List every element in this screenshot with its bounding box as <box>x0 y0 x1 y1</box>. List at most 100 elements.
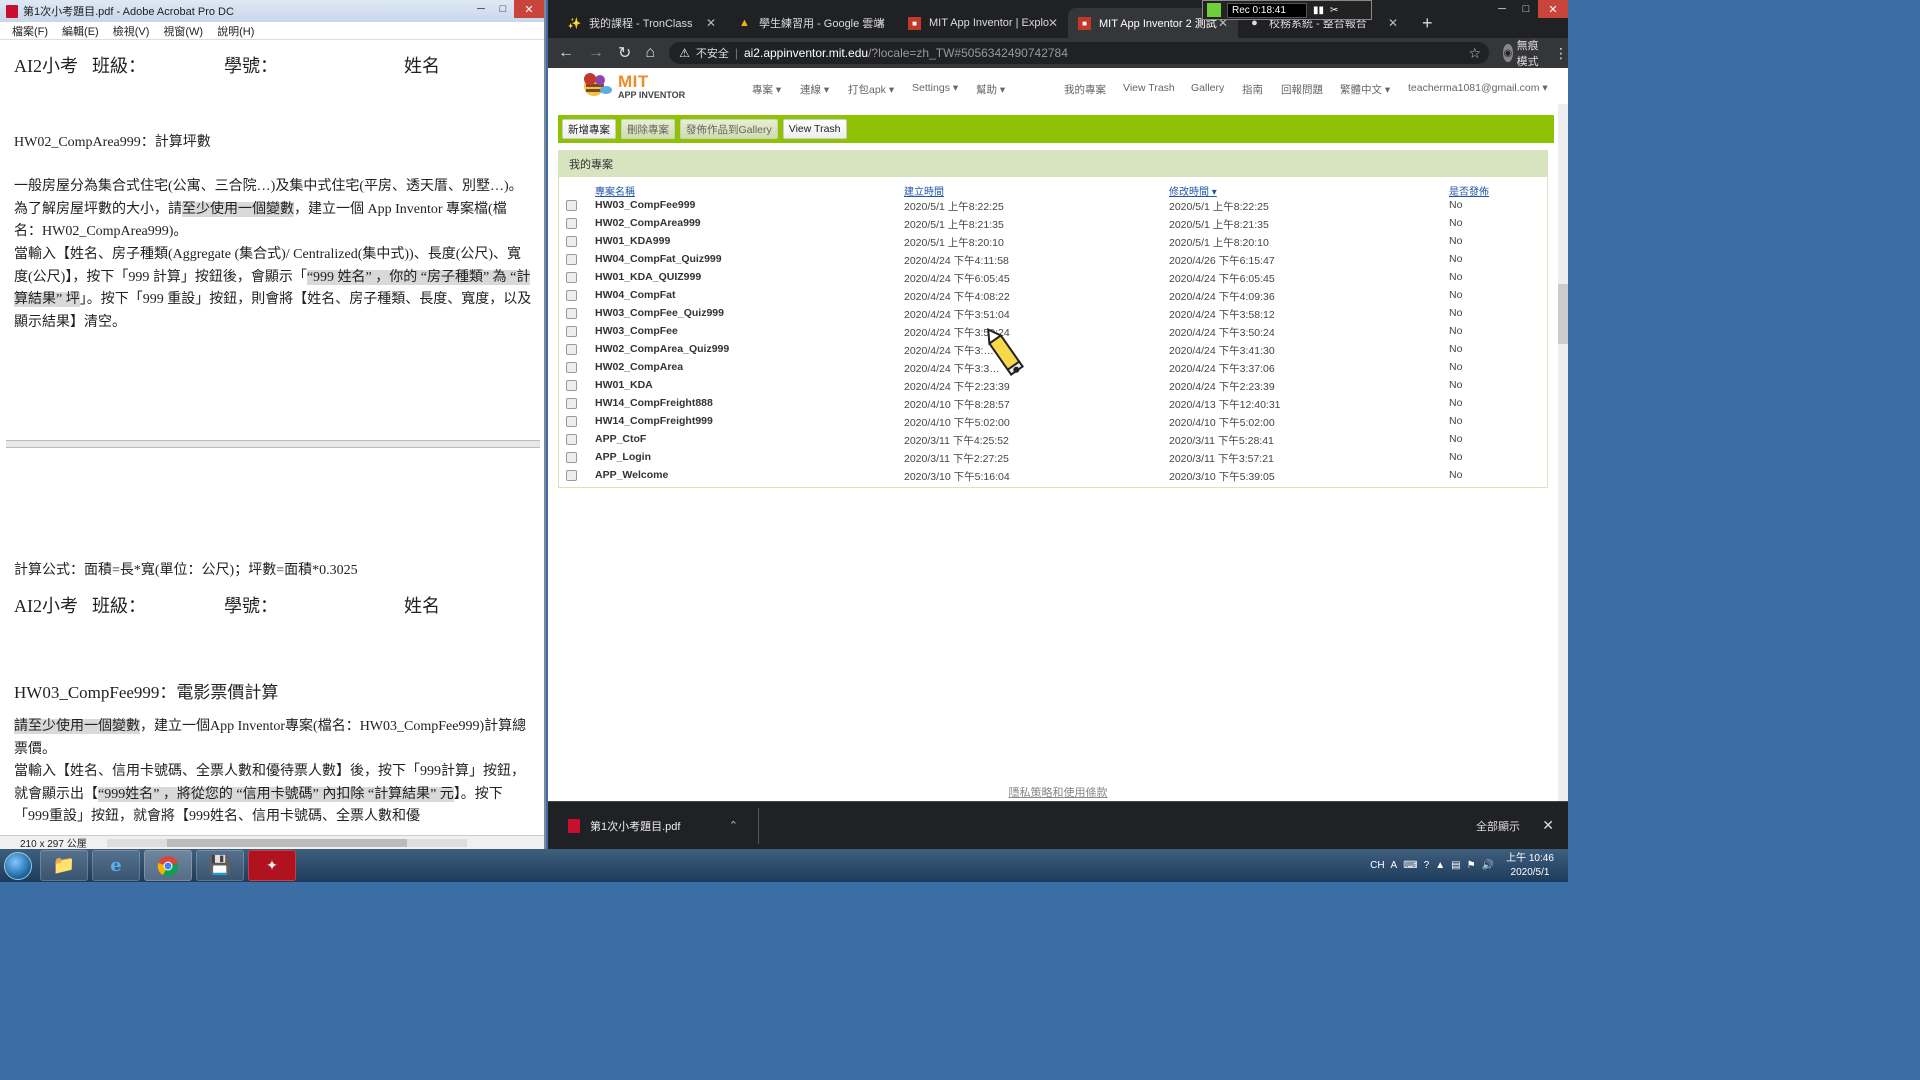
project-name[interactable]: HW14_CompFreight999 <box>595 415 713 427</box>
screen-recorder[interactable]: Rec 0:18:41 ▮▮ ✂ <box>1202 0 1372 20</box>
home-icon[interactable]: ⌂ <box>645 44 655 62</box>
project-name[interactable]: HW03_CompFee999 <box>595 199 695 211</box>
project-name[interactable]: HW01_KDA_QUIZ999 <box>595 271 701 283</box>
row-checkbox[interactable] <box>566 218 577 229</box>
internet-explorer-icon[interactable]: e <box>92 850 140 881</box>
close-tab-icon[interactable]: ✕ <box>706 16 716 30</box>
back-icon[interactable]: ← <box>558 44 574 62</box>
table-row[interactable]: HW03_CompFee999 2020/5/1 上午8:22:25 2020/5/… <box>559 197 1549 215</box>
project-name[interactable]: HW02_CompArea_Quiz999 <box>595 343 729 355</box>
row-checkbox[interactable] <box>566 434 577 445</box>
row-checkbox[interactable] <box>566 362 577 373</box>
view-trash-button[interactable]: View Trash <box>782 119 847 139</box>
forward-icon[interactable]: → <box>588 44 604 62</box>
row-checkbox[interactable] <box>566 272 577 283</box>
nav-account[interactable]: teacherma1081@gmail.com ▾ <box>1408 82 1548 94</box>
publish-gallery-button[interactable]: 發佈作品到Gallery <box>680 119 778 139</box>
row-checkbox[interactable] <box>566 416 577 427</box>
table-row[interactable]: HW14_CompFreight888 2020/4/10 下午8:28:57 20… <box>559 395 1549 413</box>
ime-icon[interactable]: A <box>1391 860 1398 871</box>
close-icon[interactable]: ✕ <box>1542 817 1554 834</box>
table-row[interactable]: HW01_KDA999 2020/5/1 上午8:20:10 2020/5/1 上午… <box>559 233 1549 251</box>
project-name[interactable]: APP_Welcome <box>595 469 668 481</box>
project-name[interactable]: HW02_CompArea999 <box>595 217 701 229</box>
help-icon[interactable]: ? <box>1424 860 1430 871</box>
volume-icon[interactable]: 🔊 <box>1482 860 1494 871</box>
nav-my-projects[interactable]: 我的專案 <box>1064 82 1106 97</box>
row-checkbox[interactable] <box>566 326 577 337</box>
flag-icon[interactable]: ⚑ <box>1467 860 1476 871</box>
table-row[interactable]: HW02_CompArea_Quiz999 2020/4/24 下午3:… 2020… <box>559 341 1549 359</box>
maximize-button[interactable]: □ <box>1514 0 1538 18</box>
language-indicator[interactable]: CH <box>1370 860 1384 871</box>
project-name[interactable]: HW04_CompFat <box>595 289 676 301</box>
col-modified[interactable]: 修改時間 ▾ <box>1169 183 1217 198</box>
table-row[interactable]: APP_Welcome 2020/3/10 下午5:16:04 2020/3/10 … <box>559 467 1549 485</box>
file-icon[interactable]: 💾 <box>196 850 244 881</box>
project-name[interactable]: HW03_CompFee_Quiz999 <box>595 307 724 319</box>
nav-connect[interactable]: 連線 ▾ <box>800 82 829 97</box>
project-name[interactable]: APP_Login <box>595 451 651 463</box>
close-button[interactable]: ✕ <box>514 0 544 18</box>
nav-report-issue[interactable]: 回報問題 <box>1281 82 1323 97</box>
project-name[interactable]: HW02_CompArea <box>595 361 683 373</box>
minimize-button[interactable]: ─ <box>1490 0 1514 18</box>
table-row[interactable]: HW02_CompArea 2020/4/24 下午3:3… 2020/4/24 下… <box>559 359 1549 377</box>
row-checkbox[interactable] <box>566 470 577 481</box>
row-checkbox[interactable] <box>566 290 577 301</box>
row-checkbox[interactable] <box>566 308 577 319</box>
download-item[interactable]: 第1次小考題目.pdf ⌃ <box>568 818 738 834</box>
keyboard-icon[interactable]: ⌨ <box>1403 860 1417 871</box>
incognito-indicator[interactable]: ◉ 無痕模式 <box>1503 37 1540 69</box>
row-checkbox[interactable] <box>566 200 577 211</box>
nav-view-trash[interactable]: View Trash <box>1123 82 1175 94</box>
menu-view[interactable]: 檢視(V) <box>113 23 150 39</box>
maximize-button[interactable]: □ <box>492 0 514 18</box>
row-checkbox[interactable] <box>566 452 577 463</box>
nav-help[interactable]: 幫助 ▾ <box>976 82 1005 97</box>
project-name[interactable]: HW01_KDA <box>595 379 653 391</box>
project-name[interactable]: HW01_KDA999 <box>595 235 670 247</box>
bookmark-star-icon[interactable]: ☆ <box>1469 45 1482 62</box>
project-name[interactable]: APP_CtoF <box>595 433 646 445</box>
menu-icon[interactable]: ⋮ <box>1554 45 1568 62</box>
close-tab-icon[interactable]: ✕ <box>1388 16 1398 30</box>
table-row[interactable]: HW04_CompFat 2020/4/24 下午4:08:22 2020/4/24… <box>559 287 1549 305</box>
new-project-button[interactable]: 新增專案 <box>562 119 616 139</box>
delete-project-button[interactable]: 刪除專案 <box>621 119 675 139</box>
chevron-up-icon[interactable]: ⌃ <box>729 819 738 832</box>
project-name[interactable]: HW04_CompFat_Quiz999 <box>595 253 722 265</box>
row-checkbox[interactable] <box>566 380 577 391</box>
table-row[interactable]: HW03_CompFee 2020/4/24 下午3:50:24 2020/4/24… <box>559 323 1549 341</box>
horizontal-scrollbar[interactable] <box>106 838 467 847</box>
table-row[interactable]: HW01_KDA 2020/4/24 下午2:23:39 2020/4/24 下午2… <box>559 377 1549 395</box>
menu-file[interactable]: 檔案(F) <box>12 23 48 39</box>
pdf-document[interactable]: AI2小考 班級： 學號： 姓名 HW02_CompArea999：計算坪數 一… <box>6 42 540 835</box>
close-tab-icon[interactable]: ✕ <box>876 16 886 30</box>
acrobat-icon[interactable]: ✦ <box>248 850 296 881</box>
table-row[interactable]: HW04_CompFat_Quiz999 2020/4/24 下午4:11:58 2… <box>559 251 1549 269</box>
new-tab-button[interactable]: + <box>1422 13 1433 34</box>
close-tab-icon[interactable]: ✕ <box>1048 16 1058 30</box>
show-all-button[interactable]: 全部顯示 <box>1476 818 1520 834</box>
project-name[interactable]: HW03_CompFee <box>595 325 678 337</box>
tab-google-drive[interactable]: ▲ 學生練習用 - Google 雲端 ✕ <box>728 8 896 38</box>
page-scrollbar[interactable] <box>1558 104 1568 804</box>
nav-gallery[interactable]: Gallery <box>1191 82 1224 94</box>
nav-guide[interactable]: 指南 <box>1242 82 1263 97</box>
windows-explorer-icon[interactable]: 📁 <box>40 850 88 881</box>
menu-edit[interactable]: 編輯(E) <box>62 23 99 39</box>
menu-window[interactable]: 視窗(W) <box>163 23 203 39</box>
row-checkbox[interactable] <box>566 344 577 355</box>
table-row[interactable]: APP_Login 2020/3/11 下午2:27:25 2020/3/11 下午… <box>559 449 1549 467</box>
table-row[interactable]: APP_CtoF 2020/3/11 下午4:25:52 2020/3/11 下午5… <box>559 431 1549 449</box>
col-created[interactable]: 建立時間 <box>904 183 944 198</box>
start-button[interactable] <box>0 849 36 882</box>
nav-build[interactable]: 打包apk ▾ <box>848 82 894 97</box>
row-checkbox[interactable] <box>566 254 577 265</box>
network-icon[interactable]: ▤ <box>1451 860 1460 871</box>
reload-icon[interactable]: ↻ <box>618 43 631 63</box>
table-row[interactable]: HW14_CompFreight999 2020/4/10 下午5:02:00 20… <box>559 413 1549 431</box>
project-name[interactable]: HW14_CompFreight888 <box>595 397 713 409</box>
close-button[interactable]: ✕ <box>1538 0 1568 18</box>
